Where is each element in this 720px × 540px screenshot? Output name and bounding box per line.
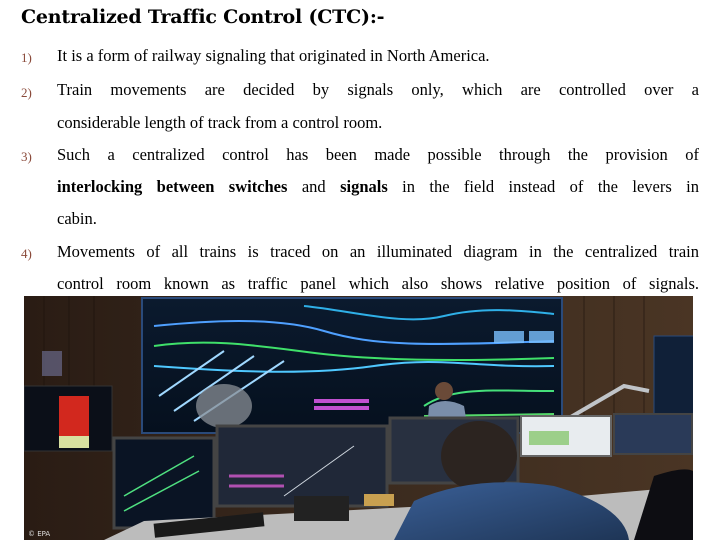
text-fragment: in the field instead of the levers in [387, 177, 699, 196]
bold-term: signals [340, 177, 388, 196]
bullet-text-line-2: control room known as traffic panel whic… [57, 274, 699, 293]
bullet-text-line-2: considerable length of track from a cont… [57, 113, 383, 132]
bold-term: interlocking between switches [57, 177, 288, 196]
control-room-photo: © EPA [24, 296, 693, 540]
bullet-text-line-3: cabin. [57, 209, 97, 228]
slide-title: Centralized Traffic Control (CTC):- [21, 6, 385, 28]
bullet-number: 1) [21, 50, 32, 65]
bullet-text-line-1: Such a centralized control has been made… [57, 145, 699, 164]
bullet-number: 3) [21, 149, 32, 164]
bullet-number: 4) [21, 246, 32, 261]
text-fragment: and [287, 177, 341, 196]
bullet-text-line-2: interlocking between switches and signal… [57, 177, 699, 197]
photo-credit: © EPA [28, 530, 51, 538]
control-room-illustration [24, 296, 693, 540]
bullet-text: It is a form of railway signaling that o… [57, 46, 490, 65]
bullet-text-line-1: Movements of all trains is traced on an … [57, 242, 699, 261]
bullet-number: 2) [21, 85, 32, 100]
bullet-text-line-1: Train movements are decided by signals o… [57, 80, 699, 99]
